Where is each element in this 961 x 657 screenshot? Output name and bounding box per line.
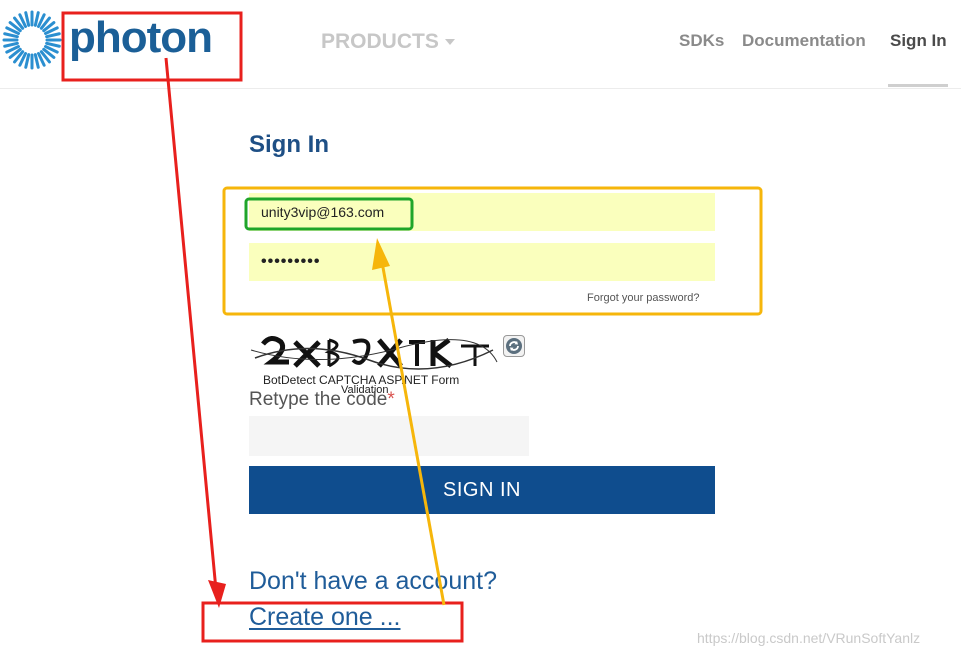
active-nav-indicator [888, 84, 948, 87]
nav-sign-in-link[interactable]: Sign In [890, 31, 947, 51]
annotation-overlay [61, 11, 763, 643]
captcha-code-input[interactable] [249, 416, 529, 456]
create-account-link[interactable]: Create one ... [249, 603, 400, 632]
chevron-down-icon [444, 39, 455, 46]
no-account-text: Don't have a account? [249, 567, 497, 595]
logo-ray [3, 41, 19, 48]
nav-products-dropdown[interactable]: PRODUCTS [321, 30, 455, 54]
red-arrow-line [164, 57, 218, 591]
retype-label-text: Retype the code [249, 389, 388, 410]
red-arrow-head [208, 580, 226, 608]
forgot-password-link[interactable]: Forgot your password? [587, 292, 700, 304]
logo-ray [24, 53, 31, 69]
captcha-reload-icon[interactable] [503, 335, 525, 357]
logo-ray [24, 11, 31, 27]
captcha-glyphs [250, 336, 498, 370]
nav-products-label: PRODUCTS [321, 30, 439, 53]
logo-ray [45, 32, 61, 39]
logo-ray [45, 41, 61, 48]
logo-text[interactable]: photon [69, 12, 213, 64]
nav-documentation-link[interactable]: Documentation [742, 31, 866, 51]
captcha-image: BotDetect CAPTCHA ASP.NET Form Validatio… [249, 332, 499, 396]
watermark-text: https://blog.csdn.net/VRunSoftYanlz [697, 630, 921, 646]
logo-ray [33, 53, 40, 69]
retype-code-label: Retype the code* [249, 389, 395, 411]
password-field[interactable] [249, 243, 715, 281]
required-asterisk: * [387, 389, 395, 410]
page-title: Sign In [249, 131, 329, 158]
photon-logo-icon[interactable] [2, 10, 62, 70]
top-navbar: photon PRODUCTS SDKs Documentation Sign … [0, 0, 961, 89]
sign-in-button[interactable]: SIGN IN [249, 466, 715, 514]
nav-sdks-link[interactable]: SDKs [679, 31, 724, 51]
logo-ray [33, 11, 40, 27]
logo-ray [3, 32, 19, 39]
refresh-icon [506, 338, 522, 354]
email-field[interactable] [249, 193, 715, 231]
